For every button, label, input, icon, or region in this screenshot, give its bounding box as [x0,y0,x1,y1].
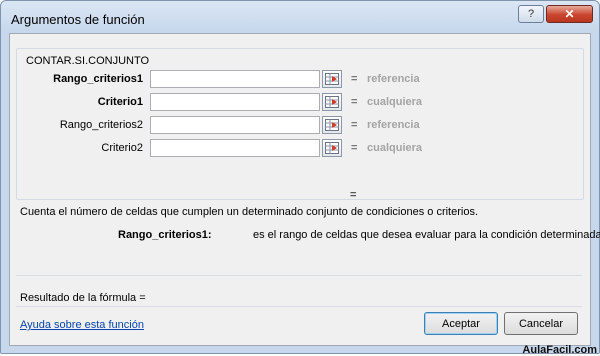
help-button[interactable]: ? [518,5,544,23]
argument-equals: = [351,73,358,85]
argument-equals: = [351,96,358,108]
range-collapse-button[interactable] [322,93,342,111]
argument-row: Criterio2 = cualquiera [17,138,577,158]
rango-criterios2-input[interactable] [150,116,320,134]
arguments-group: CONTAR.SI.CONJUNTO Rango_criterios1 = re… [16,48,584,200]
dialog-title: Argumentos de función [11,12,145,27]
rango-criterios1-input[interactable] [150,70,320,88]
cancel-button[interactable]: Cancelar [504,312,578,335]
argument-type-hint: cualquiera [367,142,423,154]
close-button[interactable]: ✕ [546,5,593,23]
argument-row: Criterio1 = cualquiera [17,92,577,112]
dialog-body: CONTAR.SI.CONJUNTO Rango_criterios1 = re… [9,33,600,346]
range-collapse-icon [325,142,339,154]
watermark-logo: AulaFacil.com [522,344,597,356]
argument-label: Rango_criterios1 [53,73,143,85]
argument-description-text: es el rango de celdas que desea evaluar … [253,229,600,241]
argument-equals: = [351,119,358,131]
argument-equals: = [351,142,358,154]
argument-type-hint: cualquiera [367,96,423,108]
argument-label: Rango_criterios2 [59,119,143,131]
range-collapse-button[interactable] [322,70,342,88]
dialog-window: Argumentos de función ? ✕ CONTAR.SI.CONJ… [0,0,600,354]
help-link[interactable]: Ayuda sobre esta función [20,319,144,331]
argument-type-hint: referencia [367,119,420,131]
argument-row: Rango_criterios1 = referencia [17,69,577,89]
range-collapse-icon [325,119,339,131]
argument-row: Rango_criterios2 = referencia [17,115,577,135]
criterio1-input[interactable] [150,93,320,111]
function-description: Cuenta el número de celdas que cumplen u… [20,206,479,218]
range-collapse-button[interactable] [322,139,342,157]
formula-result-label: Resultado de la fórmula = [20,292,146,304]
argument-type-hint: referencia [367,73,420,85]
divider [16,275,582,276]
ok-button[interactable]: Aceptar [424,312,498,335]
argument-label: Criterio1 [97,96,143,108]
function-name: CONTAR.SI.CONJUNTO [24,55,152,67]
range-collapse-button[interactable] [322,116,342,134]
criterio2-input[interactable] [150,139,320,157]
range-collapse-icon [325,96,339,108]
function-result-equals: = [350,189,357,201]
argument-description-name: Rango_criterios1: [118,229,212,241]
question-icon: ? [527,8,535,20]
close-icon: ✕ [564,7,575,21]
argument-label: Criterio2 [101,142,143,154]
title-bar[interactable]: Argumentos de función ? ✕ [1,1,599,33]
divider [16,306,582,307]
range-collapse-icon [325,73,339,85]
